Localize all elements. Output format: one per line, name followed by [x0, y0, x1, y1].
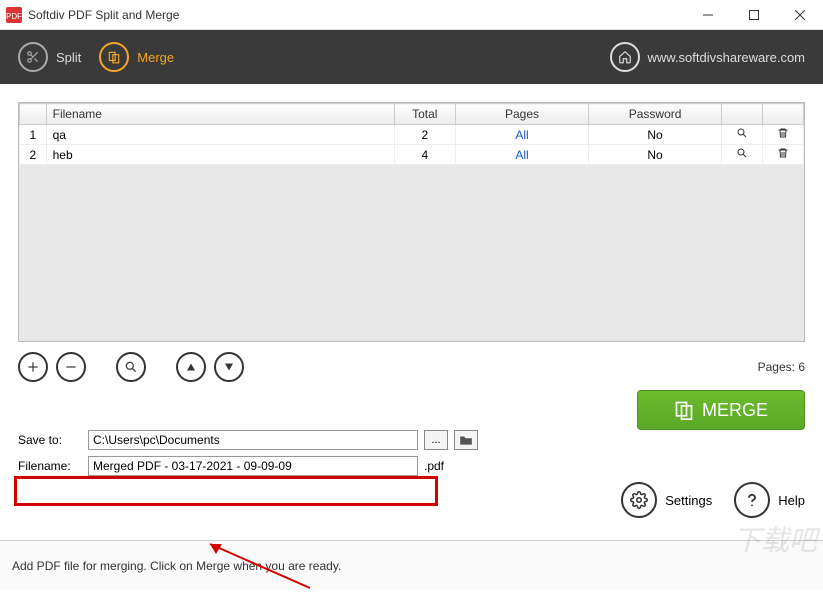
scissors-icon — [26, 50, 40, 64]
filename-row: Filename: .pdf — [18, 456, 805, 476]
merge-button[interactable]: MERGE — [637, 390, 805, 430]
minimize-button[interactable] — [685, 0, 731, 30]
row-delete-button[interactable] — [763, 125, 804, 145]
question-icon — [743, 491, 761, 509]
list-controls: Pages: 6 — [18, 352, 805, 382]
maximize-button[interactable] — [731, 0, 777, 30]
merge-action-icon — [674, 400, 694, 420]
settings-label: Settings — [665, 493, 712, 508]
row-view-button[interactable] — [722, 145, 763, 165]
col-view[interactable] — [722, 104, 763, 125]
split-label: Split — [56, 50, 81, 65]
move-up-button[interactable] — [176, 352, 206, 382]
window-title: Softdiv PDF Split and Merge — [28, 8, 685, 22]
filename-label: Filename: — [18, 459, 82, 473]
row-index: 1 — [20, 125, 47, 145]
row-delete-button[interactable] — [763, 145, 804, 165]
trash-icon — [777, 127, 789, 139]
home-icon — [618, 50, 632, 64]
row-filename: heb — [46, 145, 394, 165]
table-row[interactable]: 2heb4AllNo — [20, 145, 804, 165]
remove-file-button[interactable] — [56, 352, 86, 382]
row-index: 2 — [20, 145, 47, 165]
website-url: www.softdivshareware.com — [648, 50, 806, 65]
split-mode-button[interactable]: Split — [18, 42, 81, 72]
mode-toolbar: Split Merge www.softdivshareware.com — [0, 30, 823, 84]
filename-input[interactable] — [88, 456, 418, 476]
preview-button[interactable] — [116, 352, 146, 382]
save-row: Save to: ... — [18, 430, 805, 450]
folder-icon — [459, 434, 473, 446]
merge-icon — [107, 50, 121, 64]
status-text: Add PDF file for merging. Click on Merge… — [12, 559, 341, 573]
row-pages[interactable]: All — [456, 125, 589, 145]
merge-mode-button[interactable]: Merge — [99, 42, 174, 72]
col-filename[interactable]: Filename — [46, 104, 394, 125]
trash-icon — [777, 147, 789, 159]
help-label: Help — [778, 493, 805, 508]
settings-button[interactable]: Settings — [621, 482, 712, 518]
file-table: Filename Total Pages Password 1qa2AllNo2… — [18, 102, 805, 342]
row-filename: qa — [46, 125, 394, 145]
merge-label: Merge — [137, 50, 174, 65]
magnifier-icon — [736, 147, 748, 159]
svg-text:PDF: PDF — [6, 12, 22, 21]
website-link[interactable]: www.softdivshareware.com — [610, 42, 806, 72]
statusbar: Add PDF file for merging. Click on Merge… — [0, 540, 823, 590]
pages-total: Pages: 6 — [758, 360, 805, 374]
magnifier-icon — [736, 127, 748, 139]
help-button[interactable]: Help — [734, 482, 805, 518]
save-path-input[interactable] — [88, 430, 418, 450]
row-password: No — [589, 125, 722, 145]
col-idx[interactable] — [20, 104, 47, 125]
open-folder-button[interactable] — [454, 430, 478, 450]
row-total: 4 — [394, 145, 455, 165]
move-down-button[interactable] — [214, 352, 244, 382]
row-total: 2 — [394, 125, 455, 145]
app-icon: PDF — [6, 7, 22, 23]
row-view-button[interactable] — [722, 125, 763, 145]
table-row[interactable]: 1qa2AllNo — [20, 125, 804, 145]
col-delete[interactable] — [763, 104, 804, 125]
gear-icon — [630, 491, 648, 509]
file-extension: .pdf — [424, 459, 444, 473]
save-label: Save to: — [18, 433, 82, 447]
close-button[interactable] — [777, 0, 823, 30]
add-file-button[interactable] — [18, 352, 48, 382]
col-pages[interactable]: Pages — [456, 104, 589, 125]
main-panel: Filename Total Pages Password 1qa2AllNo2… — [0, 84, 823, 540]
row-password: No — [589, 145, 722, 165]
titlebar: PDF Softdiv PDF Split and Merge — [0, 0, 823, 30]
col-total[interactable]: Total — [394, 104, 455, 125]
row-pages[interactable]: All — [456, 145, 589, 165]
annotation-highlight — [14, 476, 438, 506]
merge-button-label: MERGE — [702, 400, 768, 421]
browse-path-button[interactable]: ... — [424, 430, 448, 450]
col-password[interactable]: Password — [589, 104, 722, 125]
